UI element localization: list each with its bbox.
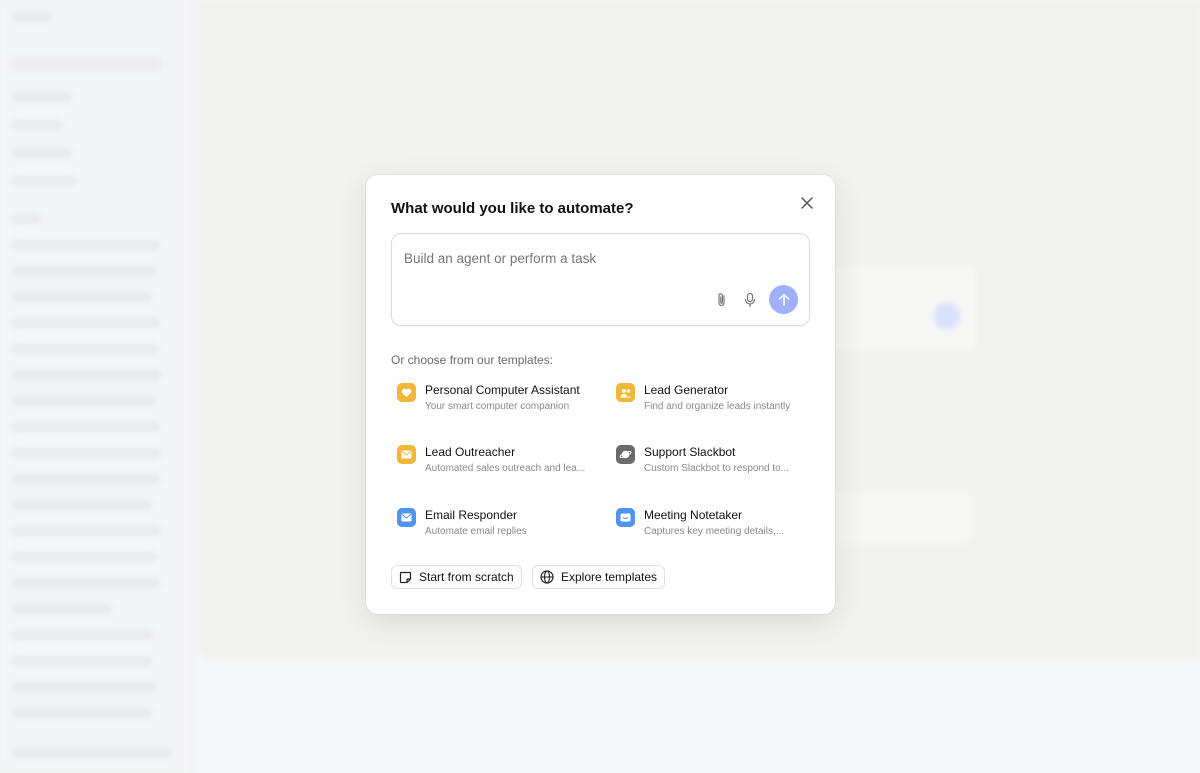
template-meeting-notetaker[interactable]: Meeting Notetaker Captures key meeting d… [610, 508, 810, 548]
arrow-up-icon [778, 293, 789, 306]
template-email-responder[interactable]: Email Responder Automate email replies [391, 508, 591, 548]
template-title: Meeting Notetaker [644, 508, 743, 522]
people-icon [616, 383, 635, 402]
template-title: Personal Computer Assistant [425, 383, 580, 397]
paperclip-icon [718, 293, 725, 307]
attach-button[interactable] [712, 290, 732, 310]
prompt-input[interactable] [404, 246, 794, 270]
close-button[interactable] [798, 194, 816, 212]
templates-label: Or choose from our templates: [391, 353, 554, 367]
template-personal-computer-assistant[interactable]: Personal Computer Assistant Your smart c… [391, 383, 591, 423]
note-icon [399, 571, 412, 583]
modal-title: What would you like to automate? [391, 200, 634, 217]
template-description: Captures key meeting details,... [644, 526, 785, 537]
mail-icon [397, 445, 416, 464]
globe-icon [540, 570, 554, 584]
microphone-button[interactable] [740, 290, 760, 310]
start-from-scratch-button[interactable]: Start from scratch [391, 565, 522, 589]
prompt-box [391, 233, 810, 326]
send-button[interactable] [769, 285, 798, 314]
mail-icon [397, 508, 416, 527]
explore-templates-button[interactable]: Explore templates [532, 565, 666, 589]
microphone-icon [744, 292, 756, 308]
template-description: Automate email replies [425, 526, 527, 537]
heart-icon [397, 383, 416, 402]
template-support-slackbot[interactable]: Support Slackbot Custom Slackbot to resp… [610, 445, 810, 485]
template-description: Automated sales outreach and lea... [425, 463, 586, 474]
template-description: Custom Slackbot to respond to... [644, 463, 790, 474]
template-title: Lead Generator [644, 383, 729, 397]
planet-icon [616, 445, 635, 464]
template-title: Lead Outreacher [425, 445, 516, 459]
template-lead-generator[interactable]: Lead Generator Find and organize leads i… [610, 383, 810, 423]
template-title: Support Slackbot [644, 445, 736, 459]
automate-modal: What would you like to automate? Or choo… [366, 175, 835, 614]
template-lead-outreacher[interactable]: Lead Outreacher Automated sales outreach… [391, 445, 591, 485]
explore-templates-label: Explore templates [561, 570, 658, 584]
template-description: Find and organize leads instantly [644, 401, 791, 412]
template-title: Email Responder [425, 508, 518, 522]
template-description: Your smart computer companion [425, 401, 570, 412]
start-from-scratch-label: Start from scratch [419, 570, 514, 584]
close-icon [801, 197, 813, 209]
chat-icon [616, 508, 635, 527]
